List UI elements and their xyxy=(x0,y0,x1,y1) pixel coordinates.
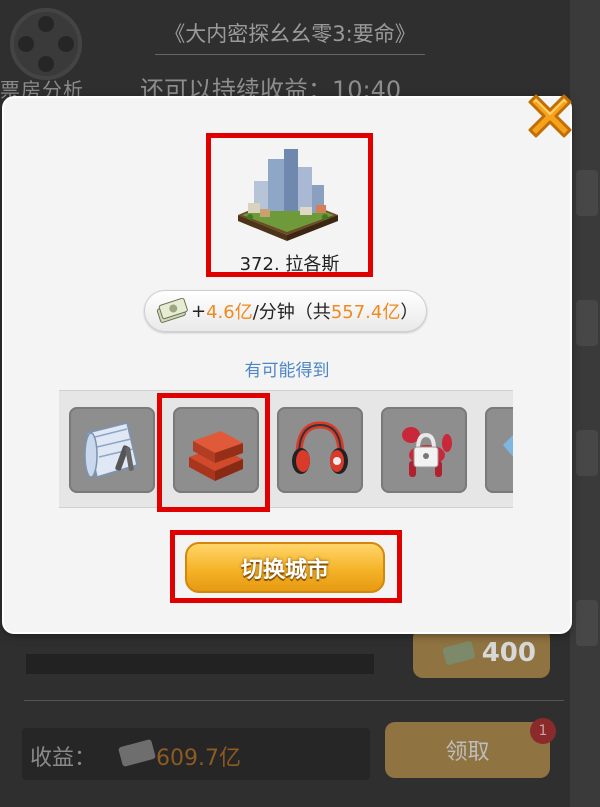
progress-bar xyxy=(26,654,374,674)
reward-slot-locked[interactable] xyxy=(381,407,467,493)
claim-button[interactable]: 领取 xyxy=(385,722,550,778)
city-name: 372. 拉各斯 xyxy=(239,254,340,275)
income-prefix: + xyxy=(191,300,207,322)
money-icon xyxy=(156,298,188,323)
locked-balloon-dog-icon xyxy=(402,427,452,477)
income-label: 收益： xyxy=(30,746,97,771)
gem-icon xyxy=(503,435,513,457)
headphones-icon xyxy=(292,421,348,474)
rewards-strip[interactable] xyxy=(59,390,513,508)
close-icon[interactable] xyxy=(522,88,578,144)
reward-slot-headphones[interactable] xyxy=(277,407,363,493)
reward-slot-gem[interactable] xyxy=(485,407,513,493)
city-skyline-icon xyxy=(238,149,338,241)
notification-badge: 1 xyxy=(530,718,556,744)
income-suffix: ） xyxy=(400,302,419,323)
income-total: 557.4亿 xyxy=(330,302,401,323)
reward-highlight xyxy=(157,393,270,512)
ticket-cost-button[interactable]: 400 xyxy=(413,628,550,678)
possible-rewards-label: 有可能得到 xyxy=(244,361,330,381)
switch-city-button[interactable]: 切换城市 xyxy=(185,542,385,593)
income-mid: /分钟（共 xyxy=(252,302,331,323)
money-icon xyxy=(441,640,476,666)
income-rate-pill: + 4.6亿 /分钟（共 557.4亿 ） xyxy=(144,290,427,332)
film-reel-icon xyxy=(10,8,82,80)
ticket-count: 400 xyxy=(481,638,536,668)
movie-title: 《大内密探幺幺零3:要命》 xyxy=(155,18,425,55)
blueprint-icon xyxy=(84,422,138,478)
income-value: 609.7亿 xyxy=(156,746,241,771)
income-rate: 4.6亿 xyxy=(206,302,253,323)
divider xyxy=(24,700,564,701)
reward-slot-blueprint[interactable] xyxy=(69,407,155,493)
